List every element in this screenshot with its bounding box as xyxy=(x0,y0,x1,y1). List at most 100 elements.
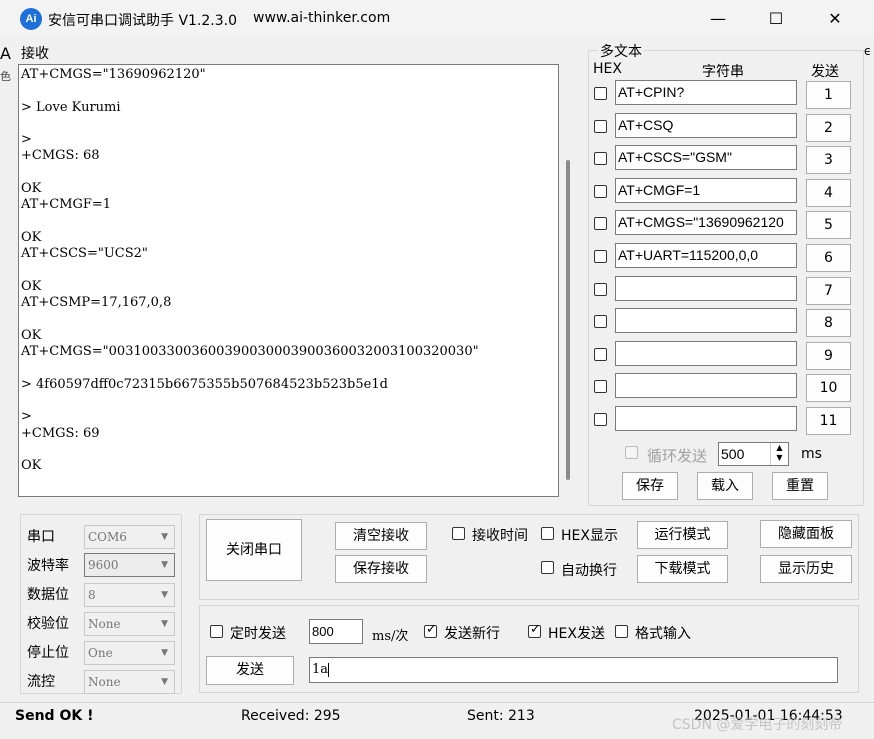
parity-select[interactable]: None ▼ xyxy=(84,612,175,636)
chevron-down-icon: ▼ xyxy=(161,590,168,600)
multi-hex-checkbox[interactable] xyxy=(594,217,607,231)
multi-send-button[interactable]: 6 xyxy=(806,244,851,272)
receive-text: AT+CMGS="13690962120" > Love Kurumi > +C… xyxy=(21,67,479,474)
save-receive-button[interactable]: 保存接收 xyxy=(335,555,427,583)
receive-time-checkbox[interactable] xyxy=(452,527,465,540)
send-input-value: 1a xyxy=(312,662,329,677)
timed-interval-input[interactable]: 800 xyxy=(309,619,363,644)
multi-string-input[interactable]: AT+UART=115200,0,0 xyxy=(615,243,797,268)
multi-hex-checkbox[interactable] xyxy=(594,119,607,133)
send-column-header: 发送 xyxy=(811,64,839,80)
reset-multi-button[interactable]: 重置 xyxy=(772,472,828,500)
clear-receive-button[interactable]: 清空接收 xyxy=(335,522,427,550)
multi-hex-checkbox[interactable] xyxy=(594,315,607,329)
data-bits-select[interactable]: 8 ▼ xyxy=(84,583,175,607)
hex-display-checkbox[interactable] xyxy=(541,527,554,540)
multi-text-title: 多文本 xyxy=(598,41,644,61)
left-edge-glyph: A xyxy=(0,44,11,63)
flow-control-label: 流控 xyxy=(27,674,55,690)
string-column-header: 字符串 xyxy=(702,64,744,80)
baud-select[interactable]: 9600 ▼ xyxy=(84,553,175,577)
download-mode-button[interactable]: 下载模式 xyxy=(637,555,728,583)
loop-send-checkbox[interactable] xyxy=(625,446,638,459)
multi-string-input[interactable]: AT+CMGF=1 xyxy=(615,177,797,203)
status-message: Send OK ! xyxy=(15,708,94,724)
format-input-checkbox[interactable] xyxy=(615,625,628,638)
multi-string-input[interactable] xyxy=(615,340,797,366)
chevron-down-icon: ▼ xyxy=(161,619,168,629)
multi-hex-checkbox[interactable] xyxy=(594,87,607,100)
spin-up-icon[interactable]: ▲ xyxy=(771,443,788,453)
loop-send-label: 循环发送 xyxy=(647,447,708,465)
chevron-down-icon: ▼ xyxy=(161,677,168,687)
port-label: 串口 xyxy=(27,529,55,545)
multi-hex-checkbox[interactable] xyxy=(594,282,607,296)
hex-column-header: HEX xyxy=(593,61,622,77)
send-newline-label: 发送新行 xyxy=(444,626,500,642)
window-title: 安信可串口调试助手 V1.2.3.0 xyxy=(48,13,238,29)
multi-string-input[interactable] xyxy=(615,406,797,431)
multi-string-input[interactable]: AT+CSCS="GSM" xyxy=(615,145,797,171)
stop-bits-label: 停止位 xyxy=(27,645,69,661)
show-history-button[interactable]: 显示历史 xyxy=(760,555,852,583)
run-mode-button[interactable]: 运行模式 xyxy=(637,521,728,549)
receive-time-label: 接收时间 xyxy=(472,528,528,544)
port-select[interactable]: COM6 ▼ xyxy=(84,525,175,549)
minimize-button[interactable]: — xyxy=(688,0,748,38)
multi-string-input[interactable] xyxy=(615,308,797,334)
stop-bits-select[interactable]: One ▼ xyxy=(84,641,175,665)
auto-wrap-checkbox[interactable] xyxy=(541,561,554,574)
spin-down-icon[interactable]: ▼ xyxy=(771,453,788,463)
multi-hex-checkbox[interactable] xyxy=(594,152,607,166)
loop-unit-label: ms xyxy=(801,446,822,462)
parity-label: 校验位 xyxy=(27,616,69,632)
hex-send-checkbox[interactable] xyxy=(528,622,541,638)
watermark: CSDN @爱学电子的刻刻帝 xyxy=(672,717,843,733)
save-multi-button[interactable]: 保存 xyxy=(622,472,678,500)
hex-send-label: HEX发送 xyxy=(548,626,605,642)
loop-interval-spinner[interactable]: ▲ ▼ xyxy=(770,443,788,465)
multi-string-input[interactable] xyxy=(615,275,797,301)
timed-send-checkbox[interactable] xyxy=(210,625,223,638)
multi-string-input[interactable] xyxy=(615,373,797,399)
parity-value: None xyxy=(88,617,121,631)
receive-textarea[interactable]: AT+CMGS="13690962120" > Love Kurumi > +C… xyxy=(18,64,559,497)
multi-hex-checkbox[interactable] xyxy=(594,250,607,263)
multi-send-button[interactable]: 9 xyxy=(806,341,851,370)
auto-wrap-label: 自动换行 xyxy=(561,563,617,579)
multi-hex-checkbox[interactable] xyxy=(594,184,607,198)
multi-hex-checkbox[interactable] xyxy=(594,413,607,426)
multi-hex-checkbox[interactable] xyxy=(594,347,607,361)
multi-string-input[interactable]: AT+CSQ xyxy=(615,112,797,138)
close-button[interactable]: ✕ xyxy=(805,0,865,38)
multi-string-input[interactable]: AT+CMGS="13690962120 xyxy=(615,210,797,236)
multi-send-button[interactable]: 1 xyxy=(806,81,851,109)
multi-send-button[interactable]: 10 xyxy=(806,374,851,403)
multi-send-button[interactable]: 7 xyxy=(806,276,851,305)
sent-count: Sent: 213 xyxy=(467,708,535,724)
interval-unit-label: ms/次 xyxy=(372,629,409,644)
multi-send-button[interactable]: 2 xyxy=(806,113,851,142)
load-multi-button[interactable]: 载入 xyxy=(697,472,753,500)
baud-value: 9600 xyxy=(88,558,119,572)
multi-send-button[interactable]: 4 xyxy=(806,178,851,207)
multi-hex-checkbox[interactable] xyxy=(594,380,607,394)
multi-send-button[interactable]: 8 xyxy=(806,309,851,338)
timed-send-label: 定时发送 xyxy=(230,626,286,642)
multi-send-button[interactable]: 5 xyxy=(806,211,851,240)
received-count: Received: 295 xyxy=(241,708,341,724)
send-input[interactable]: 1a xyxy=(309,657,838,683)
flow-control-select[interactable]: None ▼ xyxy=(84,670,175,694)
close-port-button[interactable]: 关闭串口 xyxy=(206,519,302,581)
maximize-button[interactable]: ☐ xyxy=(746,0,806,38)
send-button[interactable]: 发送 xyxy=(206,656,294,685)
multi-send-button[interactable]: 3 xyxy=(806,146,851,175)
multi-string-input[interactable]: AT+CPIN? xyxy=(615,80,797,105)
multi-send-button[interactable]: 11 xyxy=(806,407,851,435)
port-value: COM6 xyxy=(88,530,127,544)
flow-control-value: None xyxy=(88,675,121,689)
receive-scrollbar[interactable] xyxy=(566,160,570,480)
hide-panel-button[interactable]: 隐藏面板 xyxy=(760,520,852,548)
format-input-label: 格式输入 xyxy=(635,626,691,642)
send-newline-checkbox[interactable] xyxy=(424,622,437,638)
